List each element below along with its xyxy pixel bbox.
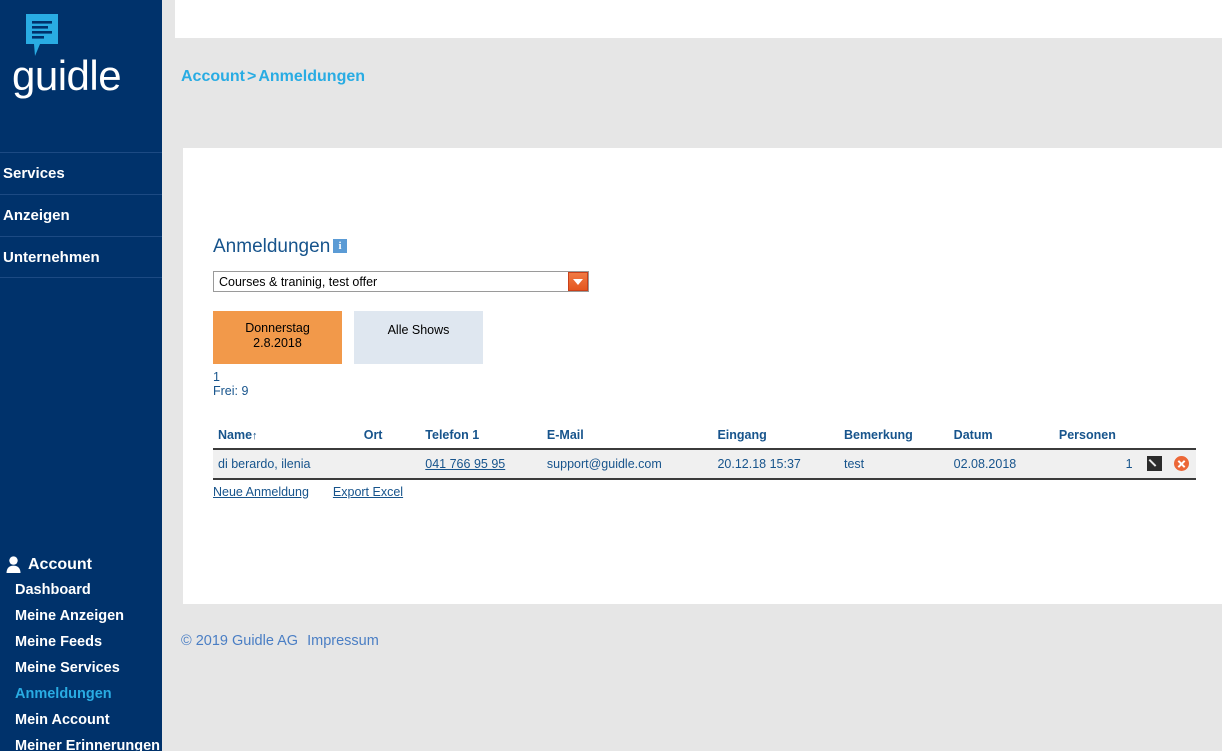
main-area: Account > Anmeldungen Anmeldungen i Course… <box>175 0 1222 751</box>
cell-datum: 02.08.2018 <box>953 449 1051 481</box>
column-header-email[interactable]: E-Mail <box>546 428 718 450</box>
sidebar-item-services[interactable]: Services <box>0 152 162 194</box>
sidebar-item-label: Meine Services <box>15 660 120 676</box>
sidebar-item-meine-services[interactable]: Meine Services <box>0 655 162 681</box>
registration-count: 1 <box>213 370 220 384</box>
column-header-personen[interactable]: Personen <box>1050 428 1133 450</box>
sidebar-account-nav: Account Dashboard Meine Anzeigen Meine F… <box>0 553 162 751</box>
breadcrumb: Account > Anmeldungen <box>181 68 365 86</box>
cell-bemerkung: test <box>843 449 954 481</box>
show-tab-line1: Donnerstag <box>245 321 310 335</box>
sidebar-item-label: Mein Account <box>15 712 110 728</box>
sidebar-item-dashboard[interactable]: Dashboard <box>0 577 162 603</box>
sidebar-item-label: Meine Anzeigen <box>15 608 125 624</box>
sidebar-item-label: Anmeldungen <box>15 686 112 702</box>
show-tab-line2: 2.8.2018 <box>253 336 302 350</box>
sidebar-top-nav: Services Anzeigen Unternehmen <box>0 152 162 278</box>
show-tab-donnerstag[interactable]: Donnerstag 2.8.2018 <box>213 311 342 364</box>
sidebar-item-anzeigen[interactable]: Anzeigen <box>0 194 162 236</box>
sidebar-item-label: Dashboard <box>15 582 91 598</box>
table-actions: Neue Anmeldung Export Excel <box>213 485 427 499</box>
sidebar-item-meiner-erinnerungen[interactable]: Meiner Erinnerungen <box>0 733 162 751</box>
footer: © 2019 Guidle AG Impressum <box>175 604 1222 751</box>
page-title: Anmeldungen <box>213 236 331 257</box>
brand-wordmark: guidle <box>12 52 122 99</box>
footer-inner: © 2019 Guidle AG Impressum <box>181 633 379 649</box>
free-seats: Frei: 9 <box>213 384 249 398</box>
show-tab-meta: 1 Frei: 9 <box>213 370 248 398</box>
footer-imprint-link[interactable]: Impressum <box>307 633 379 649</box>
sidebar-gutter <box>162 0 175 751</box>
table-row[interactable]: di berardo, ilenia 041 766 95 95 support… <box>213 449 1196 481</box>
registrations-table: Name↑ Ort Telefon 1 E-Mail Eingang Bemer… <box>213 428 1196 481</box>
column-header-datum[interactable]: Datum <box>953 428 1051 450</box>
info-icon[interactable]: i <box>333 239 347 253</box>
sidebar-item-unternehmen[interactable]: Unternehmen <box>0 236 162 278</box>
sidebar-item-label: Meine Feeds <box>15 634 103 650</box>
show-tab-line1: Alle Shows <box>387 323 450 337</box>
new-registration-link[interactable]: Neue Anmeldung <box>213 485 309 499</box>
breadcrumb-separator: > <box>247 68 257 85</box>
sidebar-item-mein-account[interactable]: Mein Account <box>0 707 162 733</box>
person-icon <box>6 556 21 573</box>
breadcrumb-current-anmeldungen[interactable]: Anmeldungen <box>258 68 365 85</box>
sidebar-item-account[interactable]: Account <box>0 553 162 577</box>
column-header-eingang[interactable]: Eingang <box>717 428 844 450</box>
pencil-icon[interactable] <box>1146 456 1162 472</box>
cell-eingang: 20.12.18 15:37 <box>717 449 844 481</box>
column-header-actions <box>1132 428 1196 450</box>
top-strip <box>175 0 1222 38</box>
table-body: di berardo, ilenia 041 766 95 95 support… <box>213 449 1196 481</box>
column-header-ort[interactable]: Ort <box>363 428 426 450</box>
sidebar-account-label: Account <box>28 556 92 573</box>
cell-personen: 1 <box>1050 449 1133 481</box>
show-tabs: Donnerstag 2.8.2018 Alle Shows <box>213 311 495 364</box>
app-root: guidle Services Anzeigen Unternehmen Acc… <box>0 0 1222 751</box>
chevron-down-icon[interactable] <box>568 272 588 291</box>
sidebar: guidle Services Anzeigen Unternehmen Acc… <box>0 0 162 751</box>
offer-select[interactable]: Courses & traninig, test offer <box>213 271 589 292</box>
column-header-label: Name <box>218 428 253 442</box>
cell-email: support@guidle.com <box>546 449 718 481</box>
delete-circle-icon[interactable] <box>1173 456 1189 472</box>
sidebar-item-meine-anzeigen[interactable]: Meine Anzeigen <box>0 603 162 629</box>
sidebar-item-label: Services <box>3 165 65 182</box>
sidebar-item-label: Unternehmen <box>3 249 100 266</box>
footer-copyright: © 2019 Guidle AG <box>181 633 299 649</box>
table-header-row: Name↑ Ort Telefon 1 E-Mail Eingang Bemer… <box>213 428 1196 450</box>
export-excel-link[interactable]: Export Excel <box>333 485 403 499</box>
sidebar-item-label: Anzeigen <box>3 207 70 224</box>
cell-telefon: 041 766 95 95 <box>425 449 547 481</box>
column-header-name[interactable]: Name↑ <box>213 428 364 450</box>
sidebar-item-label: Meiner Erinnerungen <box>15 738 161 751</box>
cell-actions <box>1132 449 1196 481</box>
column-header-telefon[interactable]: Telefon 1 <box>425 428 547 450</box>
sort-ascending-icon: ↑ <box>252 430 258 442</box>
cell-name: di berardo, ilenia <box>213 449 364 481</box>
column-header-bemerkung[interactable]: Bemerkung <box>843 428 954 450</box>
phone-link[interactable]: 041 766 95 95 <box>425 457 505 471</box>
offer-select-value: Courses & traninig, test offer <box>219 275 378 289</box>
breadcrumb-band: Account > Anmeldungen <box>175 38 1222 148</box>
sidebar-item-anmeldungen[interactable]: Anmeldungen <box>0 681 162 707</box>
table-head: Name↑ Ort Telefon 1 E-Mail Eingang Bemer… <box>213 428 1196 450</box>
brand-logo[interactable]: guidle <box>0 8 162 108</box>
content-card: Anmeldungen i Courses & traninig, test o… <box>183 148 1222 604</box>
cell-ort <box>363 449 426 481</box>
show-tab-alle-shows[interactable]: Alle Shows <box>354 311 483 364</box>
sidebar-item-meine-feeds[interactable]: Meine Feeds <box>0 629 162 655</box>
breadcrumb-link-account[interactable]: Account <box>181 68 245 85</box>
